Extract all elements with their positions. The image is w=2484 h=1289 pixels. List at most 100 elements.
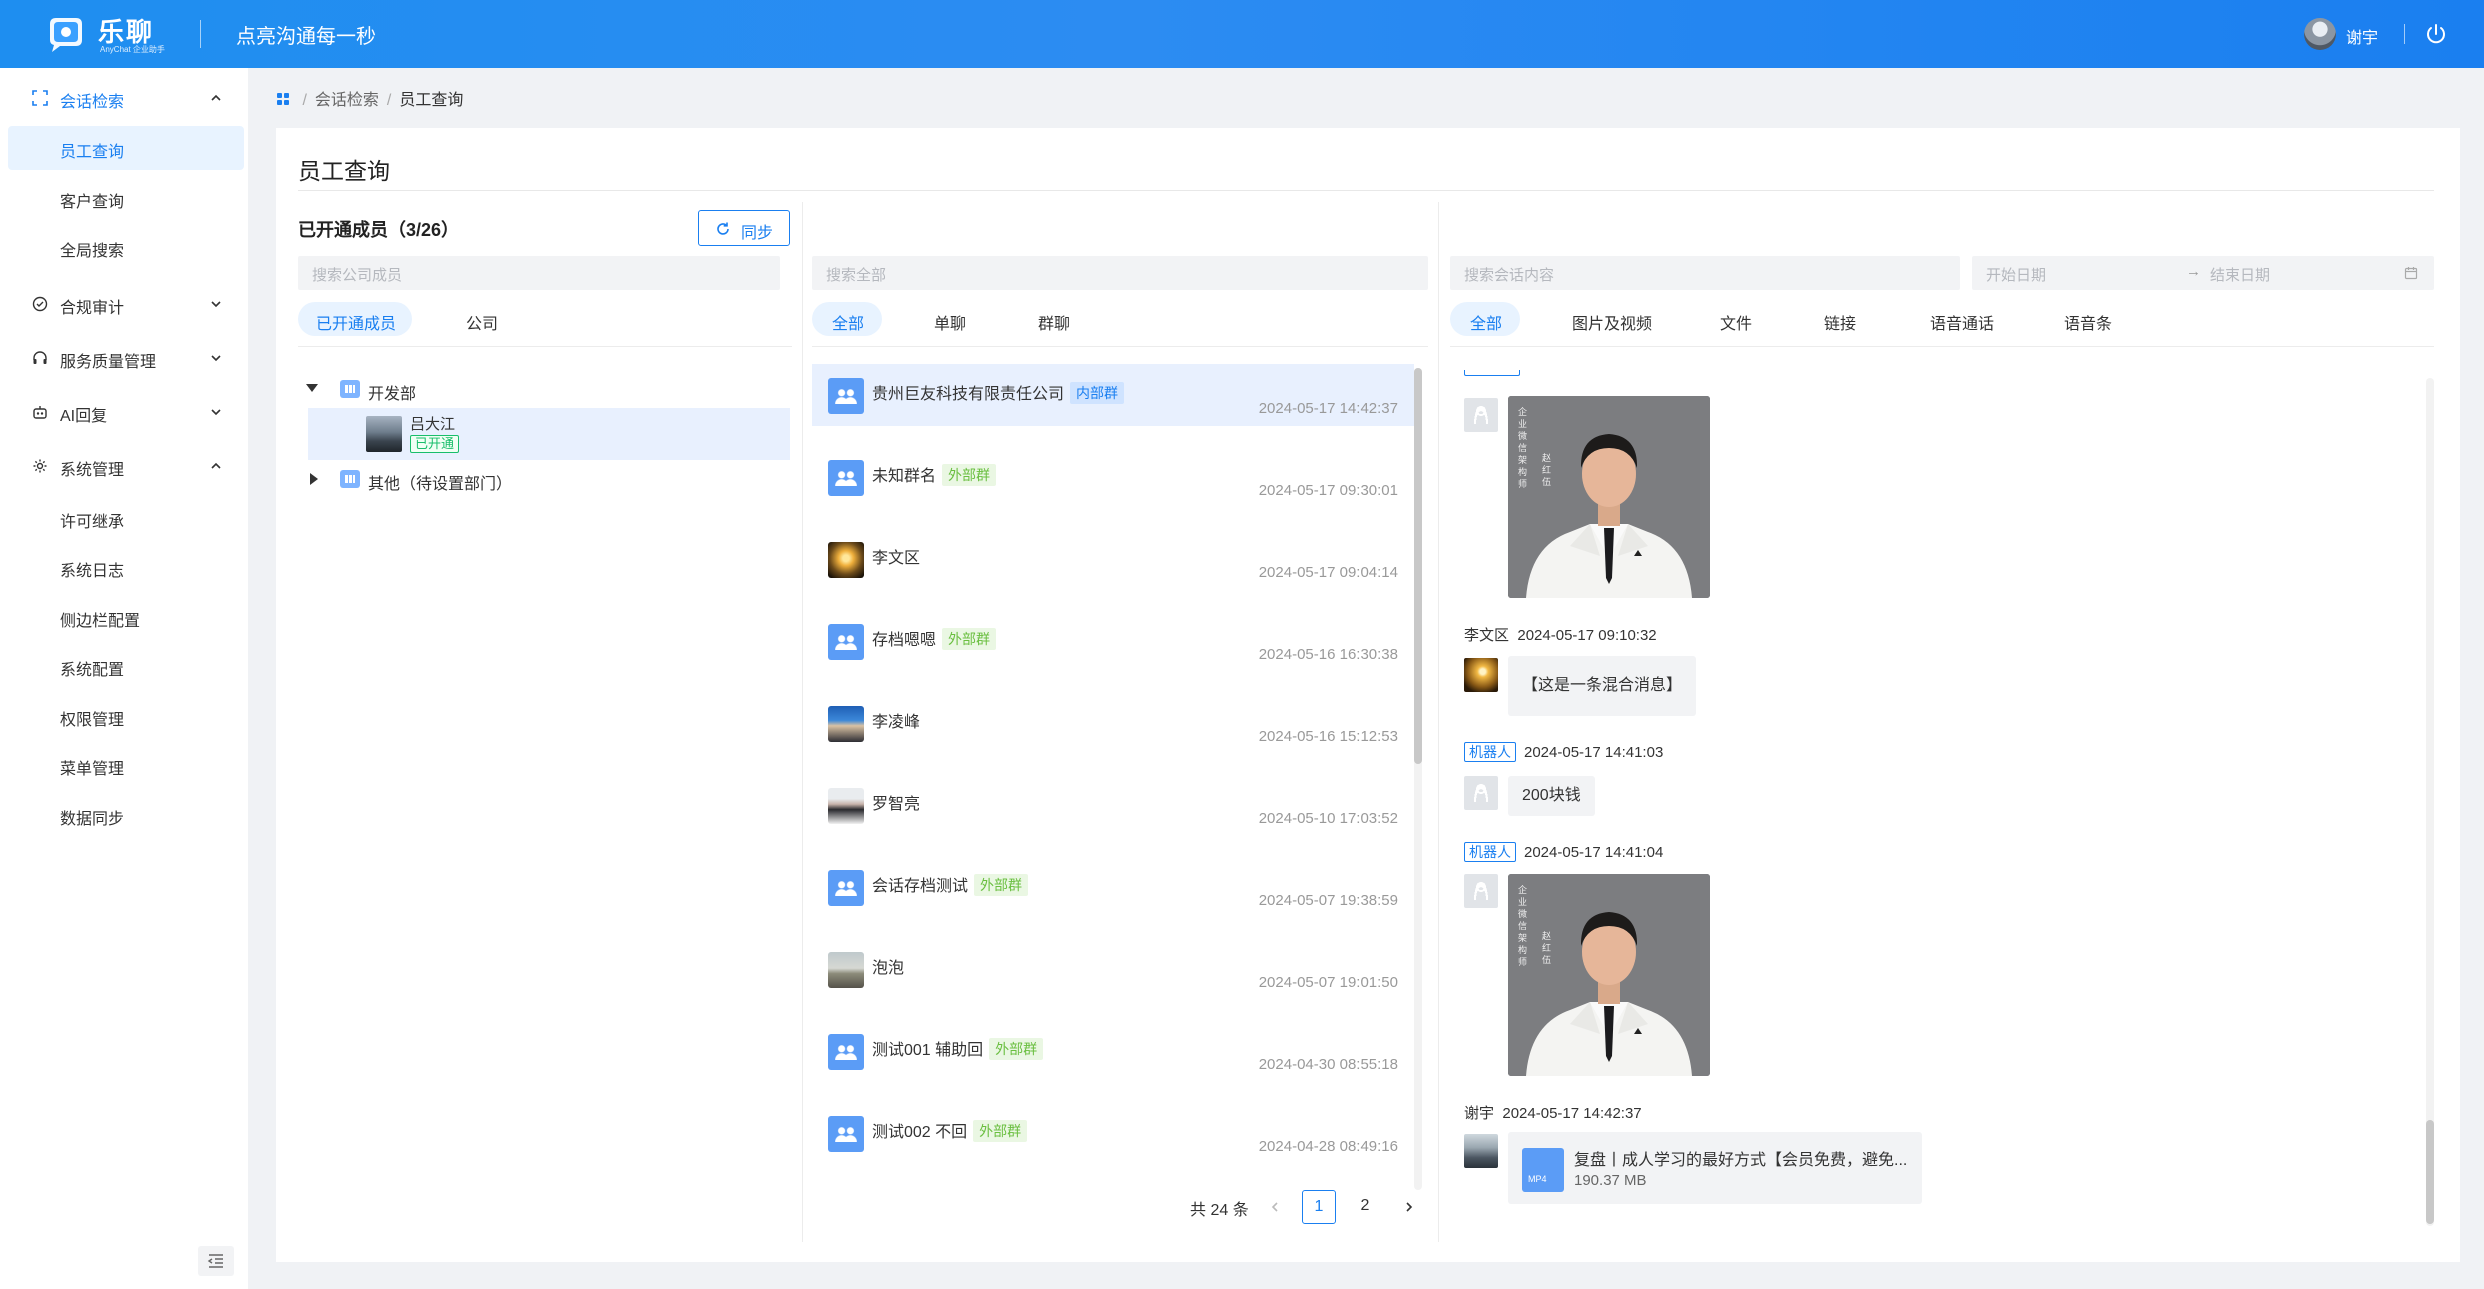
conversation-name: 李文区 bbox=[872, 544, 920, 568]
conversation-name: 存档嗯嗯 外部群 bbox=[872, 626, 997, 650]
tab-voice-notes[interactable]: 语音条 bbox=[2048, 302, 2128, 336]
tab-voice-calls[interactable]: 语音通话 bbox=[1914, 302, 2014, 336]
home-icon[interactable] bbox=[276, 92, 290, 106]
conversation-item[interactable]: 测试001 辅助回 外部群 2024-04-30 08:55:18 bbox=[812, 1020, 1414, 1082]
group-avatar-icon bbox=[828, 460, 864, 496]
sender-avatar bbox=[1464, 1134, 1498, 1168]
menu-group-compliance[interactable]: 合规审计 bbox=[0, 282, 248, 326]
breadcrumb-parent[interactable]: 会话检索 bbox=[315, 92, 379, 109]
file-size: 190.37 MB bbox=[1574, 1172, 1647, 1189]
members-title: 已开通成员（3/26） bbox=[298, 220, 460, 240]
message-image-portrait[interactable]: 企业微信架构师 赵红伍 bbox=[1508, 396, 1710, 598]
sidebar-item-sidebar-config[interactable]: 侧边栏配置 bbox=[8, 595, 244, 639]
tab-links[interactable]: 链接 bbox=[1808, 302, 1868, 336]
conversation-item[interactable]: 会话存档测试 外部群 2024-05-07 19:38:59 bbox=[812, 856, 1414, 918]
conversation-name: 未知群名 外部群 bbox=[872, 462, 997, 486]
member-search-input[interactable]: 搜索公司成员 bbox=[298, 256, 780, 290]
user-name[interactable]: 谢宇 bbox=[2346, 24, 2378, 48]
ai-icon bbox=[33, 406, 47, 419]
conversation-name: 泡泡 bbox=[872, 954, 904, 978]
conversation-time: 2024-05-17 09:30:01 bbox=[1258, 482, 1398, 499]
sidebar-item-global-search[interactable]: 全局搜索 bbox=[8, 225, 244, 269]
menu-group-session-search[interactable]: 会话检索 bbox=[0, 76, 248, 120]
conversation-item[interactable]: 存档嗯嗯 外部群 2024-05-16 16:30:38 bbox=[812, 610, 1414, 672]
conversation-search-input[interactable]: 搜索全部 bbox=[812, 256, 1428, 290]
file-name: 复盘丨成人学习的最好方式【会员免费，避免... bbox=[1574, 1152, 1908, 1169]
end-date-input[interactable]: 结束日期 bbox=[2210, 264, 2270, 285]
robot-tag: 机器人 bbox=[1464, 842, 1516, 862]
menu-fold-icon bbox=[207, 1254, 223, 1268]
sidebar-item-customer-query[interactable]: 客户查询 bbox=[8, 176, 244, 220]
check-circle-icon bbox=[32, 296, 48, 312]
photo-caption-right: 赵红伍 bbox=[1542, 931, 1552, 965]
message-image-portrait[interactable]: 企业微信架构师 赵红伍 bbox=[1508, 874, 1710, 1076]
message-scrollbar-thumb[interactable] bbox=[2426, 1120, 2434, 1224]
column-divider bbox=[802, 202, 803, 1242]
sidebar-item-license[interactable]: 许可继承 bbox=[8, 496, 244, 540]
partial-robot-tag bbox=[1464, 370, 1520, 376]
conversation-scrollbar-thumb[interactable] bbox=[1414, 368, 1422, 764]
caret-down-icon[interactable] bbox=[306, 384, 318, 392]
conversation-item[interactable]: 罗智亮 2024-05-10 17:03:52 bbox=[812, 774, 1414, 836]
sender-avatar bbox=[1464, 658, 1498, 692]
portrait-image bbox=[1508, 874, 1710, 1076]
tab-company[interactable]: 公司 bbox=[450, 302, 520, 336]
group-avatar-icon bbox=[828, 624, 864, 660]
sidebar-item-data-sync[interactable]: 数据同步 bbox=[8, 793, 244, 837]
conversation-name-text: 泡泡 bbox=[872, 960, 905, 977]
sidebar-item-menu-management[interactable]: 菜单管理 bbox=[8, 743, 244, 787]
date-range-picker[interactable]: 开始日期 → 结束日期 bbox=[1972, 256, 2434, 290]
conversation-time: 2024-05-16 16:30:38 bbox=[1258, 646, 1398, 663]
chevron-down-icon bbox=[211, 355, 221, 362]
menu-group-service-quality[interactable]: 服务质量管理 bbox=[0, 336, 248, 380]
prev-page-icon[interactable] bbox=[1268, 1200, 1282, 1214]
tab-all-messages[interactable]: 全部 bbox=[1450, 302, 1520, 336]
sidebar-item-employee-query[interactable]: 员工查询 bbox=[8, 126, 244, 170]
conversation-name: 罗智亮 bbox=[872, 790, 920, 814]
page-2[interactable]: 2 bbox=[1348, 1190, 1382, 1224]
page-1[interactable]: 1 bbox=[1302, 1190, 1336, 1224]
file-message[interactable]: MP4 复盘丨成人学习的最好方式【会员免费，避免... 190.37 MB bbox=[1508, 1132, 1922, 1204]
start-date-input[interactable]: 开始日期 bbox=[1986, 264, 2046, 285]
conversation-time: 2024-05-07 19:38:59 bbox=[1258, 892, 1398, 909]
message-scrollbar[interactable] bbox=[2426, 378, 2434, 1226]
next-page-icon[interactable] bbox=[1402, 1200, 1416, 1214]
sync-button[interactable]: 同步 bbox=[698, 210, 790, 246]
conversation-time: 2024-04-30 08:55:18 bbox=[1258, 1056, 1398, 1073]
sidebar-item-system-config[interactable]: 系统配置 bbox=[8, 644, 244, 688]
message-search-input[interactable]: 搜索会话内容 bbox=[1450, 256, 1960, 290]
contact-avatar bbox=[828, 952, 864, 988]
conversation-item[interactable]: 泡泡 2024-05-07 19:01:50 bbox=[812, 938, 1414, 1000]
user-avatar[interactable] bbox=[2304, 18, 2336, 50]
header-separator bbox=[2404, 24, 2405, 44]
power-icon[interactable] bbox=[2424, 22, 2448, 46]
conversation-item[interactable]: 测试002 不回 外部群 2024-04-28 08:49:16 bbox=[812, 1102, 1414, 1164]
caret-right-icon[interactable] bbox=[310, 473, 318, 485]
conversation-item[interactable]: 李文区 2024-05-17 09:04:14 bbox=[812, 528, 1414, 590]
tab-activated-members[interactable]: 已开通成员 bbox=[298, 302, 412, 336]
external-group-tag: 外部群 bbox=[973, 1120, 1028, 1142]
conversation-name: 会话存档测试 外部群 bbox=[872, 872, 1029, 896]
group-avatar-icon bbox=[828, 378, 864, 414]
conversation-item[interactable]: 李凌峰 2024-05-16 15:12:53 bbox=[812, 692, 1414, 754]
calendar-icon[interactable] bbox=[2404, 266, 2418, 280]
conversation-item[interactable]: 贵州巨友科技有限责任公司 内部群 2024-05-17 14:42:37 bbox=[812, 364, 1414, 426]
tab-files[interactable]: 文件 bbox=[1704, 302, 1764, 336]
menu-group-system-management[interactable]: 系统管理 bbox=[0, 444, 248, 488]
photo-caption-left: 企业微信架构师 bbox=[1518, 407, 1528, 489]
tab-divider bbox=[812, 346, 1428, 347]
department-icon bbox=[340, 470, 360, 488]
member-name: 吕大江 bbox=[410, 416, 456, 433]
sidebar-item-system-log[interactable]: 系统日志 bbox=[8, 545, 244, 589]
tab-all-conversations[interactable]: 全部 bbox=[812, 302, 882, 336]
tab-group-chat[interactable]: 群聊 bbox=[1022, 302, 1092, 336]
menu-group-ai-reply[interactable]: AI回复 bbox=[0, 390, 248, 434]
sidebar-collapse-button[interactable] bbox=[198, 1246, 234, 1276]
internal-group-tag: 内部群 bbox=[1070, 382, 1125, 404]
tab-images-videos[interactable]: 图片及视频 bbox=[1556, 302, 1656, 336]
group-avatar-icon bbox=[828, 1116, 864, 1152]
tab-single-chat[interactable]: 单聊 bbox=[918, 302, 988, 336]
sidebar-item-permissions[interactable]: 权限管理 bbox=[8, 694, 244, 738]
robot-avatar bbox=[1464, 874, 1498, 908]
conversation-item[interactable]: 未知群名 外部群 2024-05-17 09:30:01 bbox=[812, 446, 1414, 508]
